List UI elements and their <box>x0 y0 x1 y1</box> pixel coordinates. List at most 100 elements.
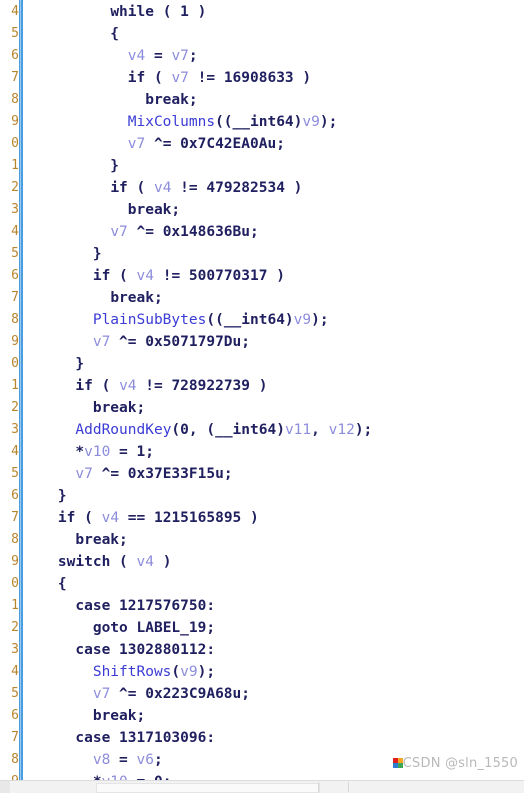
code-token: ); <box>311 312 329 328</box>
code-token: AddRoundKey <box>75 422 172 438</box>
line-number: 7 <box>11 510 19 525</box>
code-token: != <box>136 378 172 394</box>
watermark-text: CSDN @sln_1550 <box>402 756 518 771</box>
code-token: ) <box>153 554 172 570</box>
horizontal-scrollbar-thumb[interactable] <box>96 783 320 793</box>
code-token: 728922739 <box>171 378 251 394</box>
code-token: ) <box>284 180 303 196</box>
code-line[interactable]: ShiftRows(v9); <box>23 661 390 683</box>
code-token: 1302880112 <box>119 642 207 658</box>
code-token: ); <box>319 114 338 130</box>
code-line[interactable]: MixColumns((__int64)v9); <box>23 111 390 133</box>
code-token: break <box>92 708 137 724</box>
code-line[interactable]: goto LABEL_19; <box>23 617 390 639</box>
horizontal-scrollbar[interactable] <box>0 780 524 793</box>
code-token: __int64 <box>232 114 294 130</box>
code-token: ^= <box>110 334 146 350</box>
code-token: v9 <box>180 664 198 680</box>
code-token: (( <box>206 312 224 328</box>
code-token: 0x7C42EA0Au <box>180 136 277 152</box>
code-token: 0x148636Bu <box>162 224 251 240</box>
code-line[interactable]: switch ( v4 ) <box>23 551 390 573</box>
code-token: : <box>206 642 216 658</box>
line-number: 2 <box>11 620 19 635</box>
code-line[interactable]: AddRoundKey(0, (__int64)v11, v12); <box>23 419 390 441</box>
code-token: v10 <box>84 444 111 460</box>
code-line[interactable]: if ( v4 == 1215165895 ) <box>23 507 390 529</box>
code-token: * <box>23 444 85 460</box>
pseudocode-window: 4567890123456789012345678901234567890123… <box>0 0 524 793</box>
code-line-list: while ( 1 ) { v4 = v7; if ( v7 != 169086… <box>23 1 390 781</box>
code-line[interactable]: break; <box>23 287 390 309</box>
code-line[interactable]: v7 ^= 0x37E33F15u; <box>23 463 390 485</box>
code-text-area[interactable]: while ( 1 ) { v4 = v7; if ( v7 != 169086… <box>23 0 524 781</box>
code-token: ; <box>276 136 285 152</box>
code-token: v11 <box>284 422 312 438</box>
code-token: : <box>206 730 216 746</box>
code-line[interactable]: { <box>23 573 390 595</box>
code-token: 1 <box>136 444 146 460</box>
code-line[interactable]: break; <box>23 705 390 727</box>
code-line[interactable]: case 1302880112: <box>23 639 390 661</box>
code-line[interactable]: if ( v4 != 500770317 ) <box>23 265 390 287</box>
code-line[interactable]: if ( v4 != 479282534 ) <box>23 177 390 199</box>
code-line[interactable]: break; <box>23 199 390 221</box>
line-number: 8 <box>11 92 19 107</box>
code-line[interactable]: } <box>23 243 390 265</box>
code-token: v7 <box>92 686 111 702</box>
line-number: 0 <box>11 576 19 591</box>
code-token: 1 <box>180 4 189 20</box>
line-number: 6 <box>11 48 19 63</box>
code-line[interactable]: while ( 1 ) <box>23 1 390 23</box>
code-token: ( <box>145 70 172 86</box>
code-line[interactable]: case 1317103096: <box>23 727 390 749</box>
code-token: break <box>110 290 154 306</box>
code-line[interactable]: PlainSubBytes((__int64)v9); <box>23 309 390 331</box>
code-line[interactable]: v7 ^= 0x7C42EA0Au; <box>23 133 390 155</box>
scrollbar-tick <box>348 782 349 792</box>
code-token: if <box>75 378 93 394</box>
code-token: if <box>57 510 76 526</box>
code-line[interactable]: case 1217576750: <box>23 595 390 617</box>
code-line[interactable]: v7 ^= 0x148636Bu; <box>23 221 390 243</box>
code-token: ; <box>241 334 250 350</box>
code-line[interactable]: v8 = v6; <box>23 749 390 771</box>
code-line[interactable]: v7 ^= 0x223C9A68u; <box>23 683 390 705</box>
code-line[interactable]: v7 ^= 0x5071797Du; <box>23 331 390 353</box>
code-token: 500770317 <box>188 268 268 284</box>
code-token: v7 <box>171 48 189 64</box>
line-number: 1 <box>11 158 19 173</box>
code-token: v4 <box>119 378 137 394</box>
line-number: 9 <box>11 334 19 349</box>
code-line[interactable]: *v10 = 1; <box>23 441 390 463</box>
code-token: ; <box>223 466 233 482</box>
code-line[interactable]: { <box>23 23 390 45</box>
line-number: 1 <box>11 378 19 393</box>
line-number: 5 <box>11 26 19 41</box>
code-line[interactable]: if ( v4 != 728922739 ) <box>23 375 390 397</box>
code-token: v9 <box>302 114 320 130</box>
code-line[interactable]: break; <box>23 397 390 419</box>
code-line[interactable]: break; <box>23 529 390 551</box>
code-line[interactable]: if ( v7 != 16908633 ) <box>23 67 390 89</box>
code-token: = <box>110 752 137 768</box>
code-line[interactable]: } <box>23 485 390 507</box>
code-token: MixColumns <box>127 114 216 130</box>
code-line[interactable]: } <box>23 155 390 177</box>
code-line[interactable]: } <box>23 353 390 375</box>
line-number: 6 <box>11 488 19 503</box>
code-line[interactable]: break; <box>23 89 390 111</box>
code-token: ; <box>188 92 198 108</box>
line-number: 8 <box>11 532 19 547</box>
code-line[interactable]: v4 = v7; <box>23 45 390 67</box>
code-token: , <box>311 422 329 438</box>
code-token: break <box>75 532 120 548</box>
